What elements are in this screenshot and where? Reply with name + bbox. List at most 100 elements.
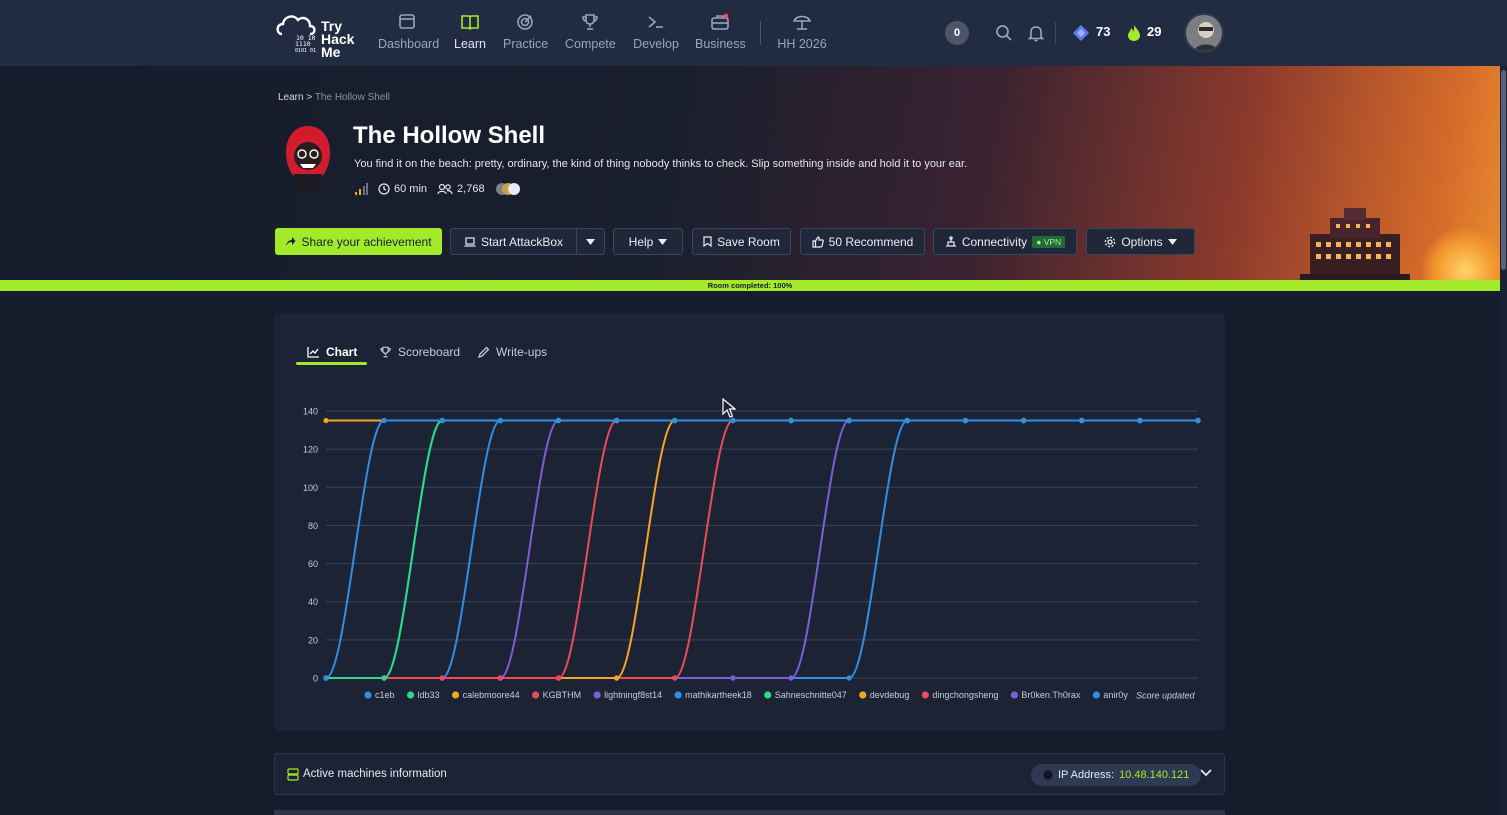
difficulty-bars-icon <box>355 183 368 195</box>
svg-text:1110: 1110 <box>295 40 311 48</box>
nav-label: Learn <box>454 37 486 51</box>
connectivity-button[interactable]: Connectivity ● VPN <box>933 228 1077 255</box>
tryhackme-logo[interactable]: 10 10 1110 0101 01 Try Hack Me <box>274 8 362 59</box>
nav-hh-2026[interactable]: HH 2026 <box>777 13 827 53</box>
legend-item[interactable]: calebmoore44 <box>451 690 520 700</box>
data-point[interactable] <box>497 417 503 424</box>
tab-label: Write-ups <box>496 345 548 359</box>
data-point[interactable] <box>672 675 678 681</box>
legend-swatch <box>1010 691 1018 699</box>
legend-item[interactable]: Sahneschnitte047 <box>764 690 847 700</box>
room-stats-panel: Chart Scoreboard Write-ups 0 20 40 60 80 100 1… <box>274 313 1225 731</box>
nav-learn[interactable]: Learn <box>453 13 487 53</box>
nav-compete[interactable]: Compete <box>565 13 616 53</box>
data-point[interactable] <box>323 417 329 424</box>
data-point[interactable] <box>614 417 620 424</box>
legend-label: dingchongsheng <box>932 690 998 700</box>
sunset-sun <box>1420 226 1500 280</box>
legend-item[interactable]: Br0ken.Th0rax <box>1010 690 1081 700</box>
search-icon[interactable] <box>995 24 1013 42</box>
legend-label: Sahneschnitte047 <box>775 690 847 700</box>
data-point[interactable] <box>672 417 678 424</box>
y-tick-label: 100 <box>303 483 318 493</box>
data-point[interactable] <box>1021 417 1027 424</box>
nav-label: HH 2026 <box>777 37 827 51</box>
nav-label: Dashboard <box>378 37 440 51</box>
nav-dashboard[interactable]: Dashboard <box>378 13 440 53</box>
top-navigation: 10 10 1110 0101 01 Try Hack Me Dashboard… <box>0 0 1507 66</box>
streak-flame-icon <box>1128 25 1140 41</box>
notification-count-badge[interactable]: 0 <box>945 21 969 45</box>
help-dropdown-button[interactable]: Help <box>613 228 683 255</box>
data-point[interactable] <box>1079 417 1085 424</box>
legend-item[interactable]: lightningf8st14 <box>593 690 663 700</box>
legend-item[interactable]: ldb33 <box>406 690 440 700</box>
user-avatar[interactable] <box>1184 13 1224 53</box>
recommend-button[interactable]: 50 Recommend <box>800 228 925 255</box>
data-point[interactable] <box>1195 417 1201 424</box>
data-point[interactable] <box>788 417 794 424</box>
bell-icon[interactable] <box>1027 24 1045 42</box>
data-point[interactable] <box>555 417 562 424</box>
nav-develop[interactable]: Develop <box>632 13 680 53</box>
data-point[interactable] <box>497 675 503 681</box>
options-dropdown-button[interactable]: Options <box>1086 228 1195 255</box>
legend-item[interactable]: devdebug <box>859 690 909 700</box>
scrollbar-thumb[interactable] <box>1501 70 1506 270</box>
share-achievement-button[interactable]: Share your achievement <box>275 228 442 255</box>
start-attackbox-button[interactable]: Start AttackBox <box>450 228 577 255</box>
legend-swatch <box>406 691 415 699</box>
nav-business[interactable]: Business <box>695 13 746 53</box>
vpn-label: VPN <box>1043 236 1062 247</box>
legend-label: calebmoore44 <box>463 690 520 700</box>
data-point[interactable] <box>439 417 445 424</box>
legend-item[interactable]: c1eb <box>364 690 395 700</box>
nav-practice[interactable]: Practice <box>503 13 548 53</box>
data-point[interactable] <box>962 417 969 424</box>
bookmark-icon <box>703 236 712 247</box>
score-updated-label: Score updated <box>1136 691 1196 701</box>
legend-item[interactable]: dingchongsheng <box>921 690 999 700</box>
share-icon <box>286 237 296 246</box>
caret-down-icon <box>586 238 595 245</box>
y-tick-label: 20 <box>308 635 318 645</box>
data-point[interactable] <box>1137 417 1143 424</box>
streak-count: 29 <box>1147 24 1162 39</box>
nav-label: Develop <box>633 37 679 51</box>
data-point[interactable] <box>730 675 736 681</box>
data-point[interactable] <box>381 417 387 424</box>
data-point[interactable] <box>788 675 794 681</box>
data-point[interactable] <box>846 675 852 681</box>
save-room-button[interactable]: Save Room <box>692 228 791 255</box>
data-point[interactable] <box>323 675 329 681</box>
data-point[interactable] <box>730 417 736 424</box>
y-tick-label: 140 <box>303 407 318 417</box>
y-tick-label: 40 <box>308 597 318 607</box>
data-point[interactable] <box>381 675 387 681</box>
data-point[interactable] <box>555 675 562 681</box>
tab-scoreboard[interactable]: Scoreboard <box>379 339 460 365</box>
room-description: You find it on the beach: pretty, ordina… <box>354 158 968 170</box>
room-banner: Learn > The Hollow Shell The Hollow Shel… <box>0 66 1500 280</box>
data-point[interactable] <box>846 417 852 424</box>
legend-label: ldb33 <box>418 690 440 700</box>
tab-write-ups[interactable]: Write-ups <box>478 339 547 365</box>
legend-item[interactable]: mathikartheek18 <box>674 690 752 700</box>
breadcrumb-learn-link[interactable]: Learn <box>278 92 304 103</box>
chevron-down-icon[interactable] <box>1199 766 1213 780</box>
data-point[interactable] <box>439 675 445 681</box>
legend-item[interactable]: anir0y <box>1092 690 1129 700</box>
active-machines-bar[interactable]: Active machines information IP Address: … <box>274 753 1225 795</box>
ip-address-pill[interactable]: IP Address: 10.48.140.121 <box>1031 764 1202 786</box>
attackbox-dropdown-toggle[interactable] <box>576 228 605 255</box>
server-icon <box>287 768 299 781</box>
target-icon <box>503 13 547 33</box>
data-point[interactable] <box>904 417 910 424</box>
legend-item[interactable]: KGBTHM <box>532 690 581 700</box>
data-point[interactable] <box>614 675 620 681</box>
legend-swatch <box>1092 691 1101 699</box>
briefcase-icon <box>695 13 745 33</box>
avatar-image <box>1186 15 1222 51</box>
y-tick-label: 60 <box>308 559 318 569</box>
gear-icon <box>1105 236 1116 247</box>
